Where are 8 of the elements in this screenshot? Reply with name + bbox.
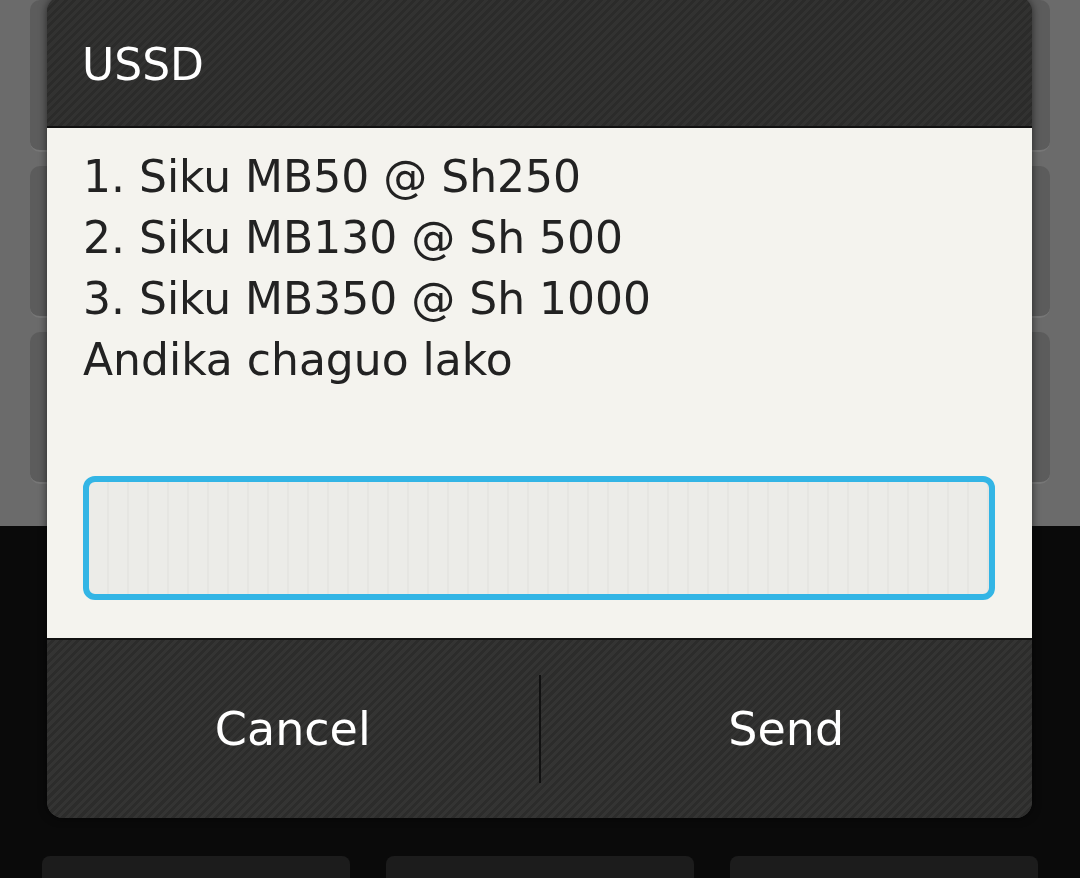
dialog-button[interactable]: Send xyxy=(540,640,1032,818)
dialog-button[interactable]: Cancel xyxy=(47,640,539,818)
input-field[interactable] xyxy=(83,476,995,600)
message-text: 3. Siku MB350 @ Sh 1000 xyxy=(83,272,652,326)
message-text: 1. Siku MB50 @ Sh250 xyxy=(83,150,583,204)
message-text: Andika chaguo lako xyxy=(83,333,514,387)
message-text: 2. Siku MB130 @ Sh 500 xyxy=(83,211,624,265)
dialog-title: USSD xyxy=(82,38,204,90)
